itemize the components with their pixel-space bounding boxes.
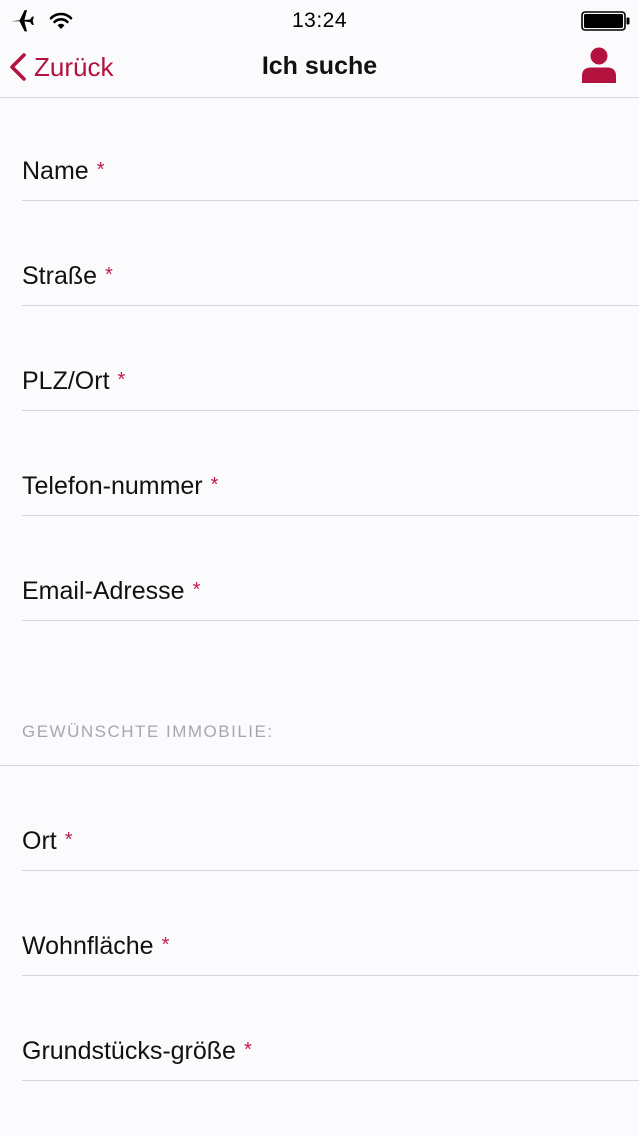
field-label: Grundstücks-größe * — [22, 1037, 252, 1065]
living-area-field[interactable]: Wohnfläche * — [22, 872, 639, 976]
field-label: Email-Adresse * — [22, 577, 201, 605]
battery-icon — [581, 11, 630, 31]
status-time: 13:24 — [291, 9, 348, 32]
zip-city-field[interactable]: PLZ/Ort * — [22, 307, 639, 411]
email-field[interactable]: Email-Adresse * — [22, 517, 639, 621]
required-asterisk: * — [192, 579, 201, 601]
field-label: Name * — [22, 157, 105, 185]
field-label: Telefon-nummer * — [22, 472, 219, 500]
location-field[interactable]: Ort * — [22, 767, 639, 871]
field-label: Wohnfläche * — [22, 932, 170, 960]
required-asterisk: * — [64, 829, 73, 851]
navigation-bar: Zurück Ich suche — [0, 40, 639, 98]
name-field[interactable]: Name * — [22, 97, 639, 201]
section-header: GEWÜNSCHTE IMMOBILIE: — [22, 722, 274, 741]
field-label: Straße * — [22, 262, 113, 290]
required-asterisk: * — [96, 159, 105, 181]
phone-field[interactable]: Telefon-nummer * — [22, 412, 639, 516]
field-label: PLZ/Ort * — [22, 367, 126, 395]
status-bar: 13:24 — [0, 0, 639, 40]
section-divider — [0, 765, 639, 766]
user-icon[interactable] — [580, 46, 618, 84]
street-field[interactable]: Straße * — [22, 202, 639, 306]
page-title: Ich suche — [261, 52, 378, 80]
required-asterisk: * — [161, 934, 170, 956]
field-label: Ort * — [22, 827, 73, 855]
required-asterisk: * — [105, 264, 113, 286]
plot-size-field[interactable]: Grundstücks-größe * — [22, 977, 639, 1081]
required-asterisk: * — [243, 1039, 252, 1061]
required-asterisk: * — [117, 369, 126, 391]
required-asterisk: * — [210, 474, 219, 496]
